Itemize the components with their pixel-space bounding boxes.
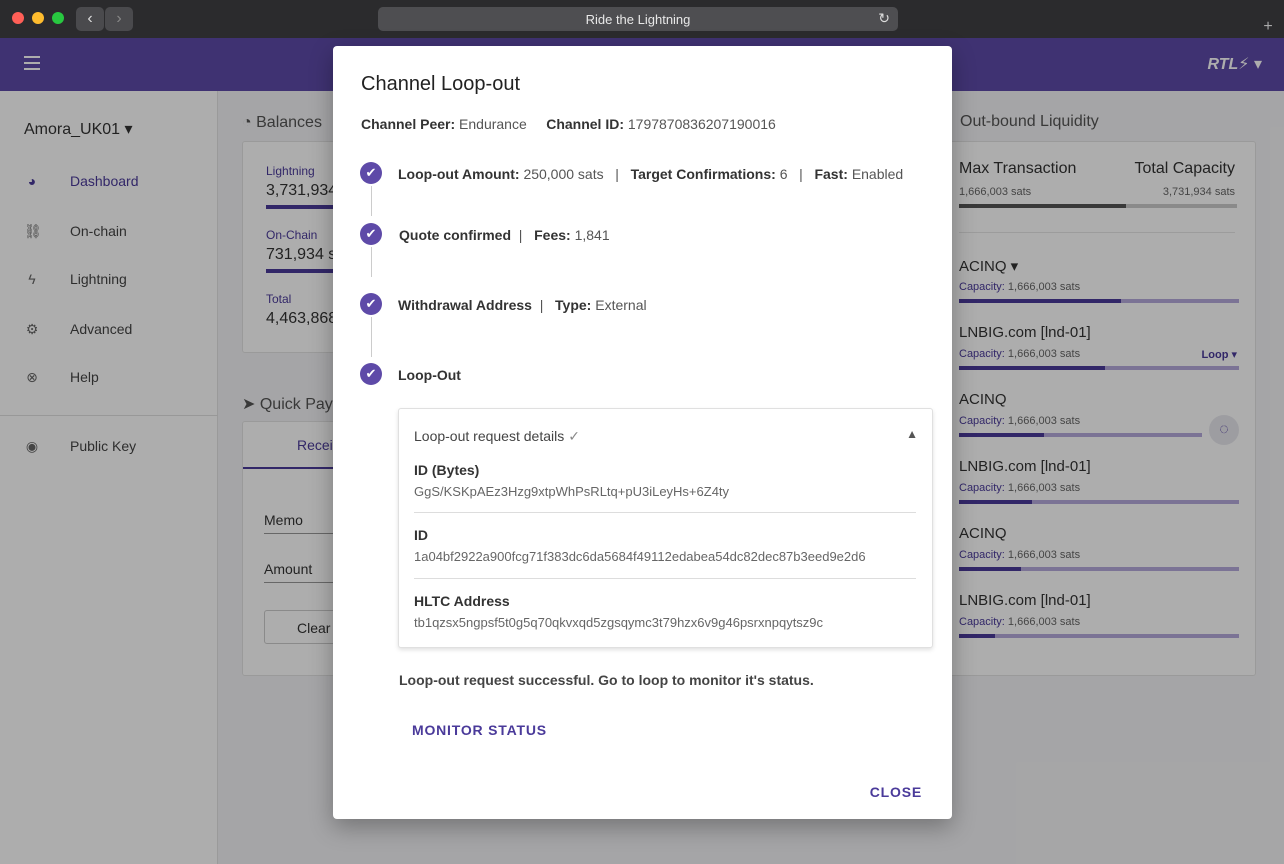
id-label: ID: [414, 527, 428, 543]
monitor-status-button[interactable]: MONITOR STATUS: [400, 718, 559, 742]
id-bytes-label: ID (Bytes): [414, 462, 480, 478]
step-quote-confirmed: Quote confirmed | Fees: 1,841: [399, 227, 610, 243]
maximize-window-button[interactable]: [52, 12, 64, 24]
reload-icon[interactable]: ↻: [878, 10, 890, 27]
step-withdrawal-address: Withdrawal Address | Type: External: [398, 297, 647, 313]
chevron-left-icon: ‹: [87, 10, 93, 27]
forward-button[interactable]: ›: [105, 7, 133, 31]
channel-info: Channel Peer: Endurance Channel ID: 1797…: [361, 116, 776, 132]
hltc-address-value: tb1qzsx5ngpsf5t0g5q70qkvxqd5zgsqymc3t79h…: [414, 615, 824, 630]
page-title: Ride the Lightning: [585, 11, 691, 27]
hltc-address-label: HLTC Address: [414, 593, 510, 609]
id-value: 1a04bf2922a900fcg71f383dc6da5684f49112ed…: [414, 549, 866, 564]
close-button[interactable]: CLOSE: [860, 780, 932, 804]
check-icon: ✔: [360, 363, 382, 385]
success-message: Loop-out request successful. Go to loop …: [399, 672, 814, 688]
dialog-title: Channel Loop-out: [361, 73, 521, 95]
step-loop-out: Loop-Out: [398, 367, 461, 383]
panel-header[interactable]: Loop-out request details ✓: [414, 428, 580, 445]
loop-out-dialog: Channel Loop-out Channel Peer: Endurance…: [333, 46, 952, 819]
address-bar[interactable]: Ride the Lightning ↻: [378, 7, 898, 31]
minimize-window-button[interactable]: [32, 12, 44, 24]
checkmark-icon: ✓: [568, 428, 580, 444]
check-icon: ✔: [360, 223, 382, 245]
step-loop-out-amount: Loop-out Amount: 250,000 sats | Target C…: [398, 166, 904, 182]
chevron-right-icon: ›: [116, 10, 122, 27]
channel-id-value: 1797870836207190016: [627, 116, 776, 132]
close-window-button[interactable]: [12, 12, 24, 24]
loop-out-details-panel: Loop-out request details ✓ ▲ ID (Bytes) G…: [398, 408, 933, 648]
check-icon: ✔: [360, 162, 382, 184]
id-bytes-value: GgS/KSKpAEz3Hzg9xtpWhPsRLtq+pU3iLeyHs+6Z…: [414, 484, 730, 499]
channel-peer-value: Endurance: [459, 116, 527, 132]
chevron-up-icon[interactable]: ▲: [906, 427, 918, 441]
check-icon: ✔: [360, 293, 382, 315]
browser-titlebar: ‹ › Ride the Lightning ↻ +: [0, 0, 1284, 38]
back-button[interactable]: ‹: [76, 7, 104, 31]
new-tab-button[interactable]: +: [1258, 18, 1278, 36]
